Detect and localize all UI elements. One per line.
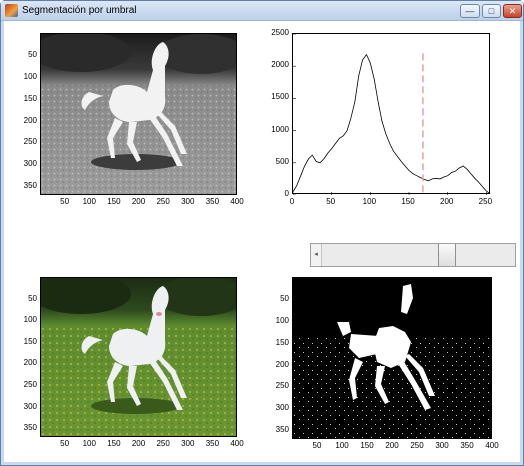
grayscale-image-y-tick: 200 bbox=[23, 115, 37, 125]
grayscale-image-x-tick: 200 bbox=[131, 197, 146, 206]
slider-thumb[interactable] bbox=[437, 244, 456, 266]
grayscale-image-x-tick: 50 bbox=[60, 197, 70, 206]
histogram-y-tick-label: 1000 bbox=[271, 124, 289, 134]
grayscale-image-axes bbox=[40, 33, 237, 195]
histogram-x-tick-label: 250 bbox=[478, 197, 493, 206]
binary-image-y-tick: 50 bbox=[280, 293, 289, 303]
histogram-x-tick-label: 200 bbox=[440, 197, 454, 206]
histogram-plot bbox=[292, 33, 491, 196]
color-horse-image bbox=[41, 278, 236, 436]
color-image-y-tick: 350 bbox=[23, 423, 37, 433]
color-image-x-tick: 50 bbox=[60, 439, 70, 448]
grayscale-image-y-tick: 150 bbox=[23, 93, 37, 103]
grayscale-image-x-tick: 400 bbox=[230, 197, 244, 206]
grayscale-image-y-tick: 50 bbox=[28, 49, 37, 59]
binary-image-x-tick: 250 bbox=[410, 441, 424, 450]
color-image-y-tick: 300 bbox=[23, 401, 37, 411]
color-image-x-tick: 300 bbox=[181, 439, 195, 448]
binary-image-y-tick: 100 bbox=[275, 315, 289, 325]
binary-image-x-tick: 300 bbox=[435, 441, 449, 450]
histogram-x-tick-label: 100 bbox=[362, 197, 377, 206]
minimize-button[interactable]: — bbox=[460, 4, 480, 18]
color-image-axes bbox=[40, 277, 237, 437]
grayscale-image-x-tick: 150 bbox=[107, 197, 121, 206]
color-image-x-tick: 350 bbox=[205, 439, 220, 448]
slider-left-arrow[interactable]: ◂ bbox=[311, 244, 322, 266]
binary-image-y-tick: 250 bbox=[275, 381, 289, 391]
binary-image-y-tick: 350 bbox=[275, 425, 289, 435]
histogram-x-tick-label: 0 bbox=[289, 197, 295, 206]
grayscale-image-y-tick: 300 bbox=[23, 159, 37, 169]
maximize-button[interactable]: □ bbox=[482, 4, 501, 18]
grayscale-image-x-tick: 350 bbox=[205, 197, 220, 206]
color-image-y-tick: 250 bbox=[23, 380, 37, 390]
color-image-y-tick: 50 bbox=[28, 293, 37, 303]
color-image-x-tick: 150 bbox=[107, 439, 121, 448]
histogram-y-tick-label: 2500 bbox=[271, 28, 289, 37]
binary-image-x-tick: 100 bbox=[335, 441, 349, 450]
histogram-y-tick-label: 500 bbox=[275, 156, 289, 166]
title-bar[interactable]: Segmentación por umbral — □ ✕ bbox=[1, 1, 523, 21]
color-image-y-tick: 150 bbox=[23, 336, 37, 346]
histogram-x-tick-label: 50 bbox=[326, 197, 336, 206]
color-image-y-tick: 200 bbox=[23, 358, 37, 368]
histogram-y-tick-label: 2000 bbox=[271, 60, 289, 70]
binary-image-x-tick: 200 bbox=[385, 441, 399, 450]
histogram-y-tick-label: 1500 bbox=[271, 92, 289, 102]
grayscale-image-x-tick: 300 bbox=[181, 197, 195, 206]
binary-horse-image bbox=[293, 278, 491, 438]
histogram-axes bbox=[292, 33, 491, 196]
threshold-slider[interactable]: ◂ bbox=[310, 243, 516, 267]
grayscale-horse-image bbox=[41, 34, 236, 194]
histogram-x-tick-label: 150 bbox=[401, 197, 415, 206]
color-image-x-tick: 100 bbox=[82, 439, 96, 448]
grayscale-image-x-tick: 250 bbox=[156, 197, 170, 206]
color-image-x-tick: 250 bbox=[156, 439, 170, 448]
binary-image-x-tick: 150 bbox=[360, 441, 374, 450]
histogram-y-tick-label: 0 bbox=[284, 189, 289, 198]
histogram-series-line bbox=[292, 53, 491, 195]
binary-image-y-tick: 200 bbox=[275, 359, 289, 369]
color-image-x-tick: 200 bbox=[131, 439, 146, 448]
grayscale-image-y-tick: 100 bbox=[23, 71, 37, 81]
binary-image-y-tick: 300 bbox=[275, 403, 289, 413]
close-button[interactable]: ✕ bbox=[503, 4, 522, 18]
binary-image-x-tick: 350 bbox=[460, 441, 474, 450]
matlab-figure-icon[interactable] bbox=[5, 4, 18, 17]
binary-image-x-tick: 50 bbox=[312, 441, 322, 450]
binary-image-x-tick: 400 bbox=[485, 441, 499, 450]
color-image-y-tick: 100 bbox=[23, 315, 37, 325]
color-image-x-tick: 400 bbox=[230, 439, 244, 448]
grayscale-image-x-tick: 100 bbox=[82, 197, 96, 206]
grayscale-image-y-tick: 350 bbox=[23, 181, 37, 191]
binary-image-y-tick: 150 bbox=[275, 337, 289, 347]
window-title: Segmentación por umbral bbox=[22, 5, 137, 16]
binary-image-axes bbox=[292, 277, 492, 439]
grayscale-image-y-tick: 250 bbox=[23, 137, 37, 147]
